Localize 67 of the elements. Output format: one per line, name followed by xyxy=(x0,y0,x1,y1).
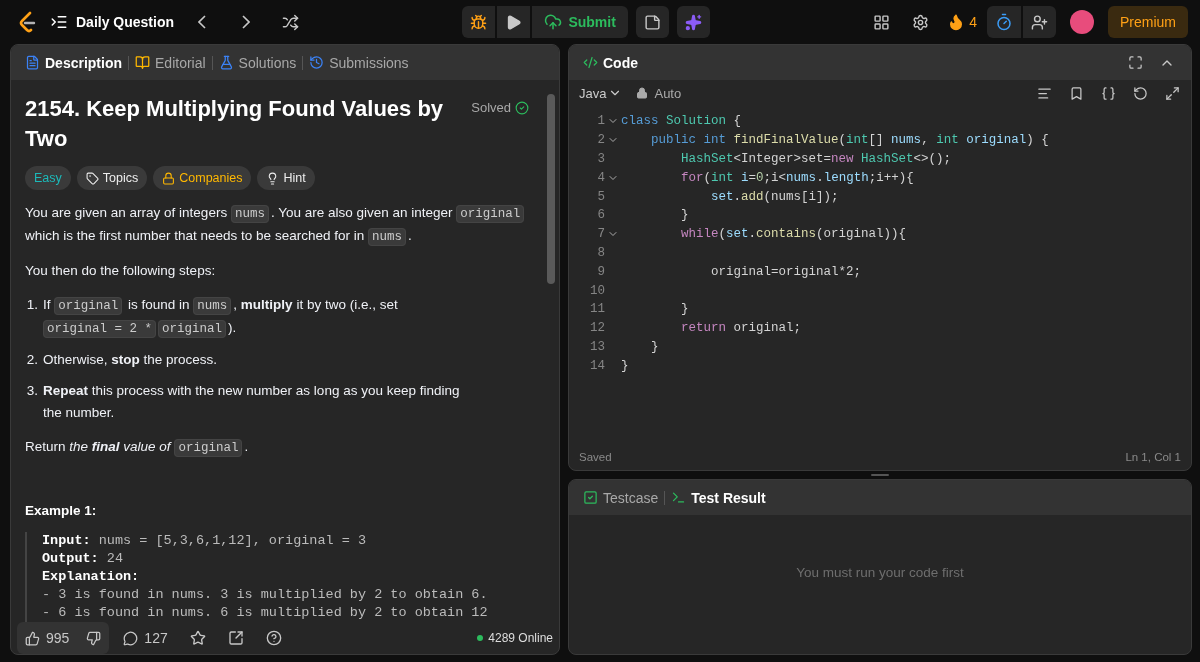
code-line: public int findFinalValue(int[] nums, int original) { xyxy=(650,133,1049,148)
line-number: 8 xyxy=(596,245,605,260)
line-number: 6 xyxy=(596,208,605,223)
auto-mode: Auto xyxy=(636,85,682,101)
line-number: 10 xyxy=(589,283,605,298)
step-text: If original is found in nums , multiply it by two (i.e., set original = 2 * original ). xyxy=(43,296,399,340)
code-line: } xyxy=(621,358,629,373)
cursor-position: Ln 1, Col 1 xyxy=(1125,451,1181,463)
panel-tab[interactable]: Test Result xyxy=(665,483,772,512)
problem-title: 2154. Keep Multiplying Found Values by Two xyxy=(25,95,445,153)
difficulty-tag[interactable]: Easy xyxy=(25,166,71,190)
step-text: Repeat this process with the new number as long as you keep finding the number. xyxy=(43,382,461,422)
code-line: } xyxy=(650,339,659,354)
saved-status: Saved xyxy=(579,451,612,463)
online-count: 4289 Online xyxy=(477,631,553,645)
code-line: } xyxy=(680,208,689,223)
step-number: 3. xyxy=(25,382,38,400)
line-number: 12 xyxy=(589,321,605,336)
example-label: Input: xyxy=(42,533,91,548)
line-number: 1 xyxy=(596,114,605,129)
panel-tab[interactable]: Submissions xyxy=(303,48,415,77)
code-line: set.add(nums[i]); xyxy=(710,189,839,204)
code-line: original=original*2; xyxy=(710,264,862,279)
example-value: - 6 is found in nums. 6 is multiplied by 2 to obtain 12 xyxy=(42,605,488,620)
code-tab[interactable]: Code xyxy=(577,48,644,77)
line-number: 14 xyxy=(589,358,605,373)
comments-button[interactable]: 127 xyxy=(115,622,176,654)
example-value: 24 xyxy=(106,551,124,566)
problem-list-button[interactable]: Daily Question xyxy=(50,13,175,31)
step-text: Otherwise, stop the process. xyxy=(43,351,219,369)
line-number: 2 xyxy=(596,133,605,148)
panel-tab[interactable]: Testcase xyxy=(577,483,665,512)
step-number: 1. xyxy=(25,296,38,314)
submit-button[interactable]: Submit xyxy=(532,6,628,38)
example-value: nums = [5,3,6,1,12], original = 3 xyxy=(98,533,367,548)
line-number: 7 xyxy=(596,227,605,242)
panel-tab[interactable]: Editorial xyxy=(129,48,212,77)
premium-button[interactable]: Premium xyxy=(1108,6,1188,38)
code-line: return original; xyxy=(680,321,802,336)
code-line: while(set.contains(original)){ xyxy=(680,227,907,242)
example-label: Output: xyxy=(42,551,99,566)
empty-message: You must run your code first xyxy=(796,565,964,580)
tag-button[interactable]: Hint xyxy=(257,166,315,190)
description-paragraph: Return the final value of original . xyxy=(25,438,250,459)
panel-tab[interactable]: Description xyxy=(19,48,128,77)
line-number: 4 xyxy=(596,170,605,185)
description-paragraph: You are given an array of integers nums . You are also given an integer original which is the first number that needs to be searched for in nums . xyxy=(25,202,529,248)
streak-counter[interactable]: 4 xyxy=(943,13,981,31)
line-number: 5 xyxy=(596,189,605,204)
description-paragraph: You then do the following steps: xyxy=(25,262,217,280)
code-line: for(int i=0;i<nums.length;i++){ xyxy=(680,170,914,185)
line-number: 3 xyxy=(596,152,605,166)
line-number: 11 xyxy=(589,302,605,317)
solved-status: Solved xyxy=(471,100,529,115)
tag-button[interactable]: Companies xyxy=(153,166,252,190)
line-number: 13 xyxy=(589,339,605,354)
language-dropdown[interactable]: Java xyxy=(579,85,623,101)
example-title: Example 1: xyxy=(25,503,98,518)
example-label: Explanation: xyxy=(42,569,140,584)
step-number: 2. xyxy=(25,351,38,369)
panel-tab[interactable]: Solutions xyxy=(212,48,303,77)
code-line: HashSet<Integer>set=new HashSet<>(); xyxy=(680,152,952,166)
example-value: - 3 is found in nums. 3 is multiplied by 2 to obtain 6. xyxy=(42,587,488,602)
tag-button[interactable]: Topics xyxy=(76,166,148,190)
line-number: 9 xyxy=(596,264,605,279)
code-line: } xyxy=(680,302,689,317)
code-line: class Solution { xyxy=(621,114,742,129)
